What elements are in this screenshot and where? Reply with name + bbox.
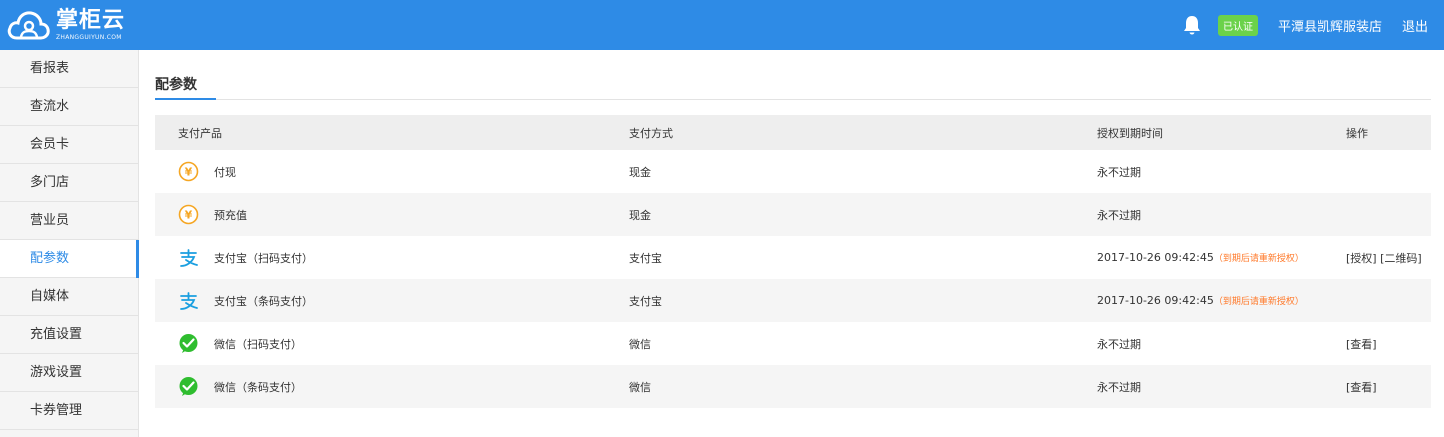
logo-title: 掌柜云 [56,7,126,33]
sidebar-item-reports[interactable]: 看报表 [0,50,138,88]
payment-method: 微信 [629,365,1097,408]
sidebar-item-coupons[interactable]: 卡券管理 [0,392,138,430]
logo[interactable]: 掌柜云 ZHANGGUIYUN.COM [6,4,125,46]
logout-link[interactable]: 退出 [1402,16,1428,35]
product-name: 预充值 [214,208,247,222]
payment-method: 现金 [629,165,651,179]
sidebar: 看报表 查流水 会员卡 多门店 营业员 配参数 自媒体 充值设置 游戏设置 卡券… [0,50,139,437]
action-cell: [查看] [1346,322,1431,365]
expiry-value: 2017-10-26 09:42:45 [1097,294,1214,307]
yuan-coin-icon: ¥ [178,204,199,225]
expiry-time: 永不过期 [1097,193,1346,236]
payment-method: 支付宝 [629,251,662,265]
sidebar-item-staff[interactable]: 营业员 [0,202,138,240]
expiry-value: 2017-10-26 09:42:45 [1097,251,1214,264]
table-row: 支付宝（扫码支付） 支付宝 2017-10-26 09:42:45（到期后请重新… [155,236,1431,279]
product-name: 付现 [214,165,236,179]
product-name: 支付宝（扫码支付） [214,251,313,265]
sidebar-item-games[interactable]: 游戏设置 [0,354,138,392]
action-cell: [查看] [1346,365,1431,408]
shop-name[interactable]: 平潭县凯辉服装店 [1278,16,1382,35]
expiry-value: 永不过期 [1097,337,1141,351]
col-header-action: 操作 [1346,115,1431,150]
col-header-method: 支付方式 [629,115,1097,150]
bell-icon[interactable] [1183,15,1201,35]
expiry-value: 永不过期 [1097,380,1141,394]
expiry-time: 永不过期 [1097,322,1346,365]
view-link[interactable]: [查看] [1346,381,1377,394]
expiry-time: 永不过期 [1097,150,1346,193]
main-content: 配参数 支付产品 支付方式 授权到期时间 操作 ¥ 付现 现金 永不过期 ¥ 预… [155,50,1431,408]
action-cell [1346,279,1431,322]
expiry-time: 2017-10-26 09:42:45（到期后请重新授权） [1097,279,1346,322]
col-header-product: 支付产品 [155,115,629,150]
tab-settings[interactable]: 配参数 [155,74,197,94]
view-link[interactable]: [查看] [1346,338,1377,351]
table-row: 微信（条码支付） 微信 永不过期 [查看] [155,365,1431,408]
authorize-link[interactable]: [授权] [1346,252,1377,265]
alipay-icon [180,292,198,310]
sidebar-item-settings[interactable]: 配参数 [0,240,139,278]
expiry-value: 永不过期 [1097,208,1141,222]
svg-text:¥: ¥ [185,209,193,222]
sidebar-item-stores[interactable]: 多门店 [0,164,138,202]
alipay-icon [180,249,198,267]
action-cell [1346,193,1431,236]
payment-method: 微信 [629,337,651,351]
table-row: ¥ 预充值 现金 永不过期 [155,193,1431,236]
qrcode-link[interactable]: [二维码] [1380,252,1422,265]
cloud-logo-icon [7,11,50,40]
sidebar-item-membership[interactable]: 会员卡 [0,126,138,164]
sidebar-item-transactions[interactable]: 查流水 [0,88,138,126]
wechat-icon [179,334,198,353]
renew-note: （到期后请重新授权） [1213,254,1304,264]
payment-method: 支付宝 [629,279,1097,322]
action-cell: [授权] [二维码] [1346,236,1431,279]
wechat-icon [179,377,198,396]
table-row: ¥ 付现 现金 永不过期 [155,150,1431,193]
logo-subtitle: ZHANGGUIYUN.COM [56,33,122,41]
product-name: 微信（条码支付） [214,380,302,394]
payment-method: 现金 [629,193,1097,236]
sidebar-item-media[interactable]: 自媒体 [0,278,138,316]
table-header-row: 支付产品 支付方式 授权到期时间 操作 [155,115,1431,150]
product-name: 支付宝（条码支付） [214,294,313,308]
sidebar-item-recharge[interactable]: 充值设置 [0,316,138,354]
expiry-time: 2017-10-26 09:42:45（到期后请重新授权） [1097,236,1346,279]
expiry-time: 永不过期 [1097,365,1346,408]
page-tab-bar: 配参数 [155,50,1431,100]
expiry-value: 永不过期 [1097,165,1141,179]
col-header-expiry: 授权到期时间 [1097,115,1346,150]
yuan-coin-icon: ¥ [178,161,199,182]
payment-table: 支付产品 支付方式 授权到期时间 操作 ¥ 付现 现金 永不过期 ¥ 预充值 现… [155,115,1431,408]
renew-note: （到期后请重新授权） [1213,297,1304,307]
action-cell [1346,150,1431,193]
svg-text:¥: ¥ [185,166,193,179]
table-row: 微信（扫码支付） 微信 永不过期 [查看] [155,322,1431,365]
product-name: 微信（扫码支付） [214,337,302,351]
verified-badge: 已认证 [1217,14,1258,36]
table-row: 支付宝（条码支付） 支付宝 2017-10-26 09:42:45（到期后请重新… [155,279,1431,322]
top-bar: 掌柜云 ZHANGGUIYUN.COM 已认证 平潭县凯辉服装店 退出 [0,0,1444,50]
